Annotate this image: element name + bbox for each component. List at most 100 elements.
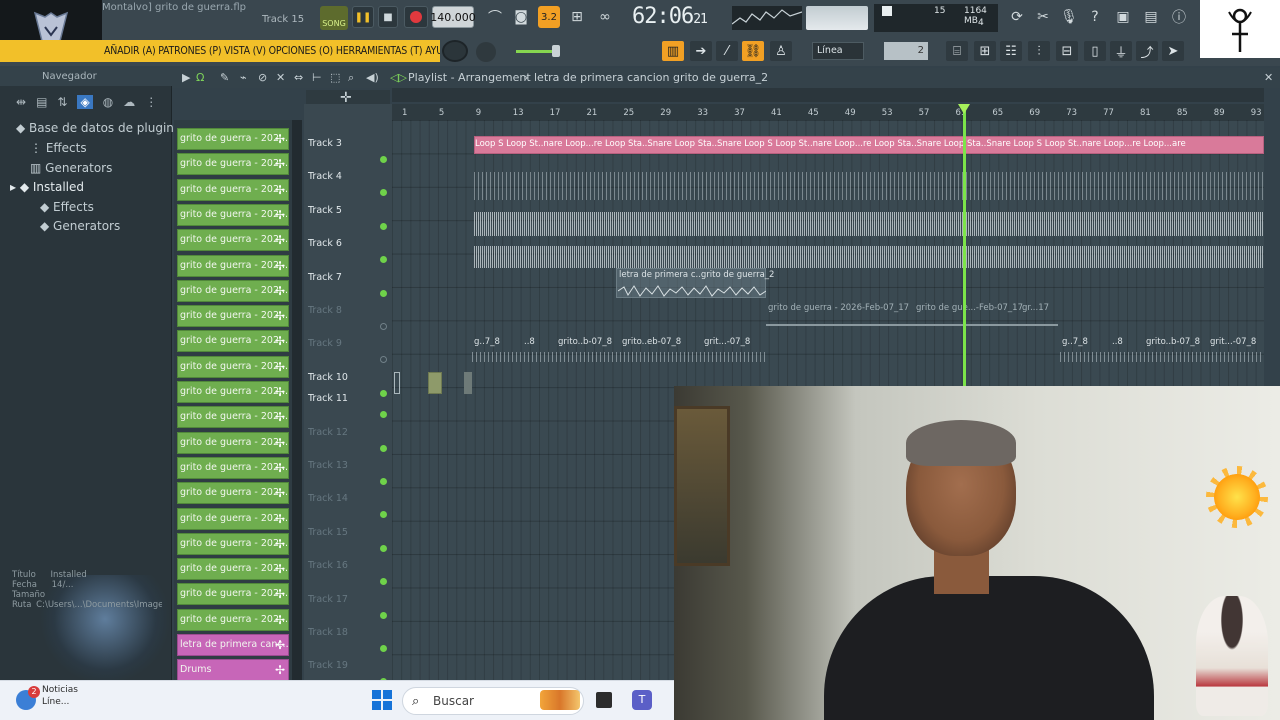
playlist-horizontal-scrollbar[interactable] (392, 88, 1264, 102)
tiger-search-highlight[interactable] (540, 690, 580, 710)
track-name[interactable]: Track 12 (308, 427, 348, 438)
pitch-icon[interactable]: ⤴ (1136, 41, 1158, 61)
channel-button[interactable]: grito de guerra - 202... ✢ (177, 583, 289, 606)
clip-track4-hats[interactable] (474, 172, 1264, 200)
channel-plugin-icon[interactable]: ✢ (275, 281, 285, 301)
microphone-icon[interactable]: 🎙 (1058, 6, 1080, 28)
mixer-faders-icon[interactable]: ⫶ (1028, 41, 1050, 61)
arrow-icon[interactable]: ➤ (1162, 41, 1184, 61)
track-mute-led[interactable] (380, 389, 387, 397)
track-mute-led[interactable] (380, 189, 387, 197)
clip-track10-a[interactable] (428, 372, 442, 394)
track-mute-led[interactable] (380, 156, 387, 163)
track-name[interactable]: Track 10 (308, 372, 348, 383)
channel-plugin-icon[interactable]: ✢ (275, 433, 285, 453)
pencil-icon[interactable]: ✎ (220, 71, 229, 84)
channel-button[interactable]: grito de guerra - 202... ✢ (177, 178, 289, 201)
stop-button[interactable]: ■ (378, 6, 398, 28)
track-mute-led[interactable] (380, 411, 387, 419)
channel-rack-icon[interactable]: ⊞ (974, 41, 996, 61)
track-name[interactable]: Track 11 (308, 393, 348, 404)
clip-track3-loops[interactable]: Loop S Loop St..nare Loop...re Loop Sta.… (474, 136, 1264, 154)
song-mode-button[interactable]: SONG (320, 6, 348, 30)
channel-button[interactable]: grito de guerra - 202... ✢ (177, 355, 289, 378)
browser-icon[interactable]: ⊟ (1056, 41, 1078, 61)
clip-track9-group-a[interactable]: g..7_8 ..8 grito..b-07_8 grito..eb-07_8 … (472, 336, 768, 366)
track-name[interactable]: Track 7 (308, 272, 342, 283)
channel-plugin-icon[interactable]: ✢ (275, 230, 285, 250)
magnet-icon[interactable]: Ω (196, 71, 204, 84)
channel-button[interactable]: Drums ✢ (177, 659, 289, 682)
clip-track9-group-b[interactable]: g..7_8 ..8 grito..b-07_8 grit...-07_8 (1060, 336, 1264, 366)
channel-button[interactable]: grito de guerra - 202... ✢ (177, 128, 289, 150)
channel-plugin-icon[interactable]: ✢ (275, 458, 285, 478)
channel-plugin-icon[interactable]: ✢ (275, 534, 285, 554)
channel-button[interactable]: grito de guerra - 202... ✢ (177, 406, 289, 429)
refresh-icon[interactable]: ⟳ (1006, 6, 1028, 28)
track-name[interactable]: Track 9 (308, 338, 342, 349)
track-name[interactable]: Track 5 (308, 205, 342, 216)
channel-plugin-icon[interactable]: ✢ (275, 205, 285, 225)
playhead[interactable] (963, 104, 966, 386)
playhead-marker-icon[interactable] (958, 104, 970, 114)
channel-plugin-icon[interactable]: ✢ (275, 610, 285, 630)
mixer-icon[interactable]: ⌸ (946, 41, 968, 61)
track-mute-led[interactable] (380, 222, 387, 230)
brush-icon[interactable]: ⌁ (240, 71, 247, 84)
song-position-display[interactable]: 62:0621 (632, 4, 724, 32)
windows-start-icon[interactable] (372, 690, 392, 710)
snap-mode-select[interactable]: Línea (812, 42, 864, 60)
channel-plugin-icon[interactable]: ✢ (275, 660, 285, 680)
track-name[interactable]: Track 13 (308, 460, 348, 471)
channel-plugin-icon[interactable]: ✢ (275, 129, 285, 149)
piano-roll-icon[interactable]: ▥ (662, 41, 684, 61)
channel-plugin-icon[interactable]: ✢ (275, 559, 285, 579)
channel-plugin-icon[interactable]: ✢ (275, 635, 285, 655)
channel-button[interactable]: grito de guerra - 202... ✢ (177, 456, 289, 479)
timeline-ruler[interactable]: 1 5 9 13 17 21 25 29 33 37 41 45 49 53 57 61 65 69 73 77 81 8… (392, 104, 1264, 120)
track-mute-led[interactable] (380, 645, 387, 652)
info-icon[interactable]: ⓘ (1168, 6, 1190, 28)
tree-item-installed-effects[interactable]: ◆ Effects (40, 200, 94, 214)
zoom-icon[interactable]: ⌕ (348, 71, 354, 85)
task-view-icon[interactable] (596, 692, 612, 708)
track-mute-led[interactable] (380, 544, 387, 552)
collapse-icon[interactable]: ⇹ (16, 95, 26, 109)
step-edit-icon[interactable]: ⊞ (566, 6, 588, 28)
track-name[interactable]: Track 4 (308, 171, 342, 182)
track-name[interactable]: Track 8 (308, 305, 342, 316)
track-mute-led[interactable] (380, 256, 387, 264)
track-name[interactable]: Track 16 (308, 560, 348, 571)
channel-plugin-icon[interactable]: ✢ (275, 382, 285, 402)
channel-plugin-icon[interactable]: ✢ (275, 357, 285, 377)
play-arrow-icon[interactable]: ▶ (182, 71, 190, 84)
slice-icon[interactable]: ⊢ (312, 71, 322, 84)
tempo-display[interactable]: 140.000 (430, 6, 476, 28)
tree-item-generators[interactable]: ▥ Generators (30, 161, 112, 175)
master-volume-knob[interactable] (476, 42, 496, 62)
main-menu[interactable]: AÑADIR (A) PATRONES (P) VISTA (V) OPCION… (0, 40, 440, 62)
sort-icon[interactable]: ⇅ (57, 95, 67, 109)
channel-button[interactable]: grito de guerra - 202... ✢ (177, 305, 289, 328)
close-icon[interactable]: ✕ (1264, 71, 1273, 84)
channel-plugin-icon[interactable]: ✢ (275, 407, 285, 427)
channel-button[interactable]: letra de primera canc... ✢ (177, 634, 289, 656)
clip-track8-group[interactable]: grito de guerra - 2026-Feb-07_17 grito d… (766, 302, 1066, 332)
channel-button[interactable]: grito de guerra - 202... ✢ (177, 482, 289, 505)
channel-button[interactable]: grito de guerra - 202... ✢ (177, 381, 289, 403)
mute-icon[interactable]: ✕ (276, 71, 285, 84)
save-icon[interactable]: ▣ (1112, 6, 1134, 28)
track-name[interactable]: Track 18 (308, 627, 348, 638)
clip-track10-b[interactable] (464, 372, 472, 394)
clip-track7-vocal[interactable]: letra de primera c..grito de guerra_2 (616, 268, 774, 298)
track-mute-led[interactable] (380, 578, 387, 586)
slider-handle[interactable] (552, 45, 560, 57)
channel-button[interactable]: grito de guerra - 202... ✢ (177, 431, 289, 454)
channel-button[interactable]: grito de guerra - 202... ✢ (177, 229, 289, 252)
track-mute-led[interactable] (380, 511, 387, 519)
teams-icon[interactable]: T (632, 690, 652, 710)
channel-plugin-icon[interactable]: ✢ (275, 331, 285, 351)
metronome-icon[interactable]: ⌒ (484, 6, 506, 28)
channel-plugin-icon[interactable]: ✢ (275, 256, 285, 276)
channel-button[interactable]: grito de guerra - 202... ✢ (177, 330, 289, 353)
